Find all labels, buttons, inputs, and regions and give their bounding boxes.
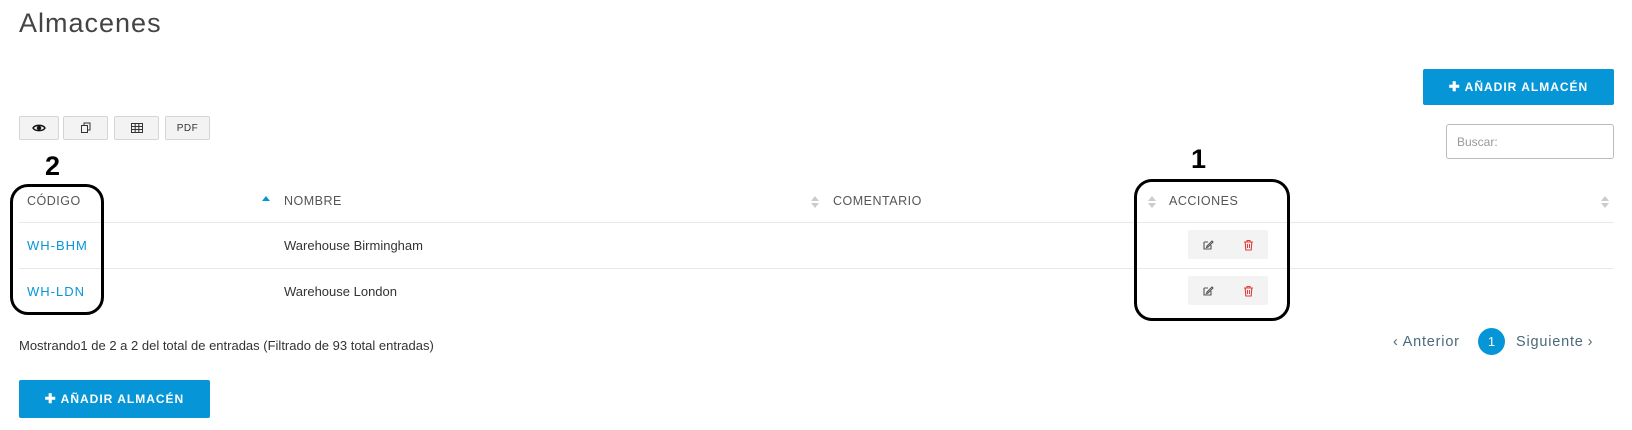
warehouse-name: Warehouse London [284,284,397,299]
pagination-next[interactable]: Siguiente › [1516,328,1593,356]
eye-icon [32,124,46,132]
column-header-comentario[interactable]: COMENTARIO [833,194,922,208]
copy-icon [80,122,90,133]
add-warehouse-label: AÑADIR ALMACÉN [60,392,185,406]
pagination-current-page[interactable]: 1 [1478,328,1505,355]
pagination-previous-label: Anterior [1402,334,1460,350]
header-divider [19,222,1614,223]
table-info: Mostrando1 de 2 a 2 del total de entrada… [19,338,434,353]
annotation-label-2: 2 [45,151,61,181]
row-divider [19,268,1614,269]
add-warehouse-button[interactable]: ✚ AÑADIR ALMACÉN [19,380,210,418]
chevron-left-icon: ‹ [1393,334,1399,350]
annotation-box-1 [1134,179,1290,321]
plus-icon: ✚ [1448,79,1461,94]
column-header-nombre[interactable]: NOMBRE [284,194,342,208]
pagination-next-label: Siguiente [1516,334,1584,350]
plus-icon: ✚ [44,391,57,406]
sort-icon[interactable] [1601,194,1609,210]
warehouse-name: Warehouse Birmingham [284,238,423,253]
add-warehouse-label: AÑADIR ALMACÉN [1464,80,1589,94]
add-warehouse-button[interactable]: ✚ AÑADIR ALMACÉN [1423,69,1614,105]
page-title: Almacenes [19,8,162,38]
export-csv-button[interactable] [114,116,159,140]
search-input[interactable] [1446,124,1614,159]
annotation-label-1: 1 [1191,144,1207,174]
export-pdf-button[interactable]: PDF [165,116,210,140]
annotation-box-2 [10,184,104,315]
sort-asc-icon[interactable] [262,194,270,210]
chevron-right-icon: › [1587,334,1594,350]
copy-button[interactable] [63,116,108,140]
table-icon [130,123,143,133]
pagination-previous[interactable]: ‹ Anterior [1393,328,1460,356]
column-visibility-button[interactable] [19,116,59,140]
sort-icon[interactable] [811,194,819,210]
